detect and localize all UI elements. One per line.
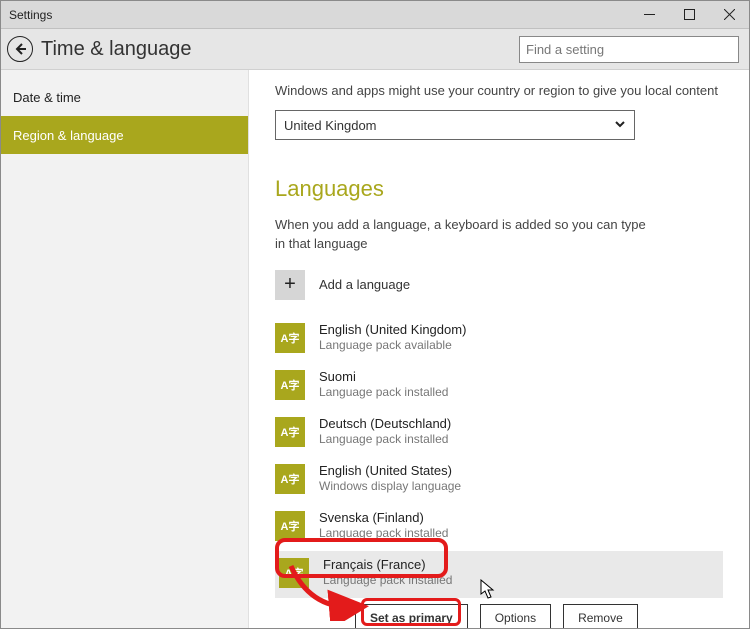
language-name: Svenska (Finland) [319,510,448,525]
languages-heading: Languages [275,176,723,202]
language-pack-icon: A字 [275,370,305,400]
language-pack-icon: A字 [275,323,305,353]
language-item-suomi[interactable]: A字 Suomi Language pack installed [275,363,723,410]
language-name: English (United Kingdom) [319,322,466,337]
options-button[interactable]: Options [480,604,551,628]
language-pack-icon: A字 [279,558,309,588]
language-list: A字 English (United Kingdom) Language pac… [275,316,723,628]
language-item-deutsch[interactable]: A字 Deutsch (Deutschland) Language pack i… [275,410,723,457]
plus-icon: + [275,270,305,300]
language-name: Suomi [319,369,448,384]
remove-button[interactable]: Remove [563,604,638,628]
language-name: English (United States) [319,463,461,478]
sidebar-item-region-language[interactable]: Region & language [1,116,248,154]
remove-label: Remove [578,611,623,625]
content-pane: Windows and apps might use your country … [249,70,749,628]
set-primary-label: Set as primary [370,611,453,625]
language-status: Language pack available [319,338,466,352]
region-hint: Windows and apps might use your country … [275,82,723,100]
language-item-english-us[interactable]: A字 English (United States) Windows displ… [275,457,723,504]
language-status: Windows display language [319,479,461,493]
language-item-svenska[interactable]: A字 Svenska (Finland) Language pack insta… [275,504,723,551]
language-pack-icon: A字 [275,511,305,541]
language-actions: Set as primary Options Remove [355,604,723,628]
maximize-button[interactable] [669,1,709,29]
language-name: Français (France) [323,557,452,572]
language-name: Deutsch (Deutschland) [319,416,451,431]
language-item-english-uk[interactable]: A字 English (United Kingdom) Language pac… [275,316,723,363]
page-title: Time & language [41,38,191,61]
language-status: Language pack installed [319,526,448,540]
language-status: Language pack installed [319,432,451,446]
language-status: Language pack installed [323,573,452,587]
back-button[interactable] [7,36,33,62]
window-title: Settings [1,8,52,22]
region-dropdown[interactable]: United Kingdom [275,110,635,140]
close-button[interactable] [709,1,749,29]
options-label: Options [495,611,536,625]
minimize-button[interactable] [629,1,669,29]
search-input[interactable]: Find a setting [519,36,739,63]
set-primary-button[interactable]: Set as primary [355,604,468,628]
sidebar-item-label: Region & language [13,128,124,143]
languages-subtitle: When you add a language, a keyboard is a… [275,216,655,254]
page-header: Time & language Find a setting [1,29,749,70]
sidebar: Date & time Region & language [1,70,249,628]
language-pack-icon: A字 [275,464,305,494]
sidebar-item-label: Date & time [13,90,81,105]
language-pack-icon: A字 [275,417,305,447]
chevron-down-icon [614,118,626,133]
add-language-label: Add a language [319,277,410,292]
region-selected: United Kingdom [284,118,377,133]
sidebar-item-date-time[interactable]: Date & time [1,78,248,116]
search-placeholder: Find a setting [526,42,604,57]
add-language-button[interactable]: + Add a language [275,268,723,302]
language-item-francais[interactable]: A字 Français (France) Language pack insta… [275,551,723,598]
language-status: Language pack installed [319,385,448,399]
titlebar: Settings [1,1,749,29]
